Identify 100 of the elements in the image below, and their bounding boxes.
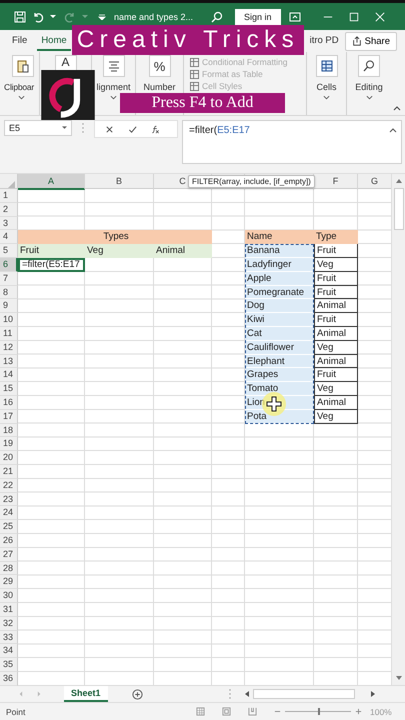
customize-icon[interactable] xyxy=(98,14,106,20)
insert-function-icon[interactable] xyxy=(151,124,160,134)
group-label: Editing xyxy=(355,82,383,92)
row-header[interactable]: 14 xyxy=(0,368,18,382)
sheet-tab[interactable]: Sheet1 xyxy=(64,686,108,702)
table-cell: Dog xyxy=(245,299,314,314)
caret-icon[interactable] xyxy=(50,14,56,18)
row-header[interactable]: 22 xyxy=(0,478,18,493)
expand-icon[interactable] xyxy=(389,128,397,133)
table-cell: Animal xyxy=(314,396,358,410)
font-button[interactable]: A xyxy=(54,55,76,71)
row-header[interactable]: 25 xyxy=(0,520,18,534)
table-header: Animal xyxy=(154,244,212,258)
search-icon[interactable] xyxy=(211,10,223,22)
table-cell: Fruit xyxy=(314,313,358,327)
table-cell: Pomegranate xyxy=(245,286,314,300)
row-header[interactable]: 2 xyxy=(0,202,18,217)
scrollbar-thumb[interactable] xyxy=(394,188,404,230)
row-header[interactable]: 32 xyxy=(0,616,18,630)
row-header[interactable]: 3 xyxy=(0,216,18,230)
alignment-button[interactable] xyxy=(102,55,124,77)
horizontal-scrollbar[interactable] xyxy=(242,689,377,699)
share-button[interactable]: Share xyxy=(344,32,397,50)
clipboard-icon xyxy=(16,59,30,73)
editing-button[interactable] xyxy=(358,55,380,77)
row-header[interactable]: 23 xyxy=(0,492,18,506)
ribbon-tab[interactable]: File xyxy=(8,32,32,50)
row-header[interactable]: 12 xyxy=(0,340,18,355)
row-header[interactable]: 24 xyxy=(0,506,18,520)
row-header[interactable]: 26 xyxy=(0,534,18,548)
caret-icon[interactable] xyxy=(366,95,372,100)
add-sheet-icon[interactable] xyxy=(132,688,143,700)
caret-icon[interactable] xyxy=(18,95,25,100)
row-header[interactable]: 4 xyxy=(0,230,18,244)
ribbon-tab[interactable]: itro PD xyxy=(308,32,341,50)
table-cell: Fruit xyxy=(314,272,358,286)
row-header[interactable]: 36 xyxy=(0,672,18,686)
scroll-left-icon[interactable] xyxy=(242,690,251,698)
row-header[interactable]: 17 xyxy=(0,410,18,424)
caption-banner: Press F4 to Add xyxy=(120,93,285,113)
row-header[interactable]: 35 xyxy=(0,658,18,672)
row-header[interactable]: 9 xyxy=(0,299,18,314)
row-header[interactable]: 28 xyxy=(0,562,18,576)
active-cell[interactable]: =filter(E5:E17 xyxy=(18,258,85,272)
page-layout-icon[interactable] xyxy=(222,707,231,716)
row-header[interactable]: 15 xyxy=(0,382,18,396)
row-header[interactable]: 30 xyxy=(0,589,18,603)
group-label: Number xyxy=(143,82,176,92)
row-header[interactable]: 13 xyxy=(0,354,18,368)
name-box[interactable]: E5 xyxy=(4,120,72,136)
scroll-up-icon[interactable] xyxy=(394,177,402,185)
search-icon xyxy=(362,59,376,73)
close-icon[interactable] xyxy=(374,12,385,22)
brand-banner: Creativ Tricks xyxy=(72,25,304,55)
collapse-icon[interactable] xyxy=(393,106,401,111)
maximize-icon[interactable] xyxy=(348,12,359,22)
column-header[interactable]: A xyxy=(18,174,85,190)
normal-view-icon[interactable] xyxy=(196,707,205,716)
row-header[interactable]: 21 xyxy=(0,464,18,479)
row-header[interactable]: 11 xyxy=(0,326,18,341)
clipboard-button[interactable] xyxy=(12,55,34,77)
group-label: Cells xyxy=(316,82,336,92)
enter-icon[interactable] xyxy=(128,124,137,134)
formula-field[interactable]: =filter(E5:E17 xyxy=(182,120,402,164)
ribbon-display-icon[interactable] xyxy=(288,10,301,22)
scroll-down-icon[interactable] xyxy=(394,674,402,682)
sign-in-button[interactable]: Sign in xyxy=(235,8,281,24)
row-header[interactable]: 19 xyxy=(0,437,18,452)
scroll-right-icon[interactable] xyxy=(368,690,377,698)
row-header[interactable]: 18 xyxy=(0,424,18,438)
table-cell: Fruit xyxy=(314,244,358,258)
table-icon xyxy=(190,58,199,66)
page-break-icon[interactable] xyxy=(248,707,257,716)
caret-icon[interactable] xyxy=(110,95,117,100)
row-header[interactable]: 16 xyxy=(0,396,18,410)
caret-icon[interactable] xyxy=(323,95,330,100)
table-cell: Ladyfinger xyxy=(245,258,314,272)
cells-button[interactable] xyxy=(316,55,338,77)
row-header[interactable]: 1 xyxy=(0,189,18,203)
row-header[interactable]: 5 xyxy=(0,244,18,258)
row-header[interactable]: 33 xyxy=(0,630,18,644)
row-header[interactable]: 27 xyxy=(0,548,18,562)
row-header[interactable]: 34 xyxy=(0,644,18,658)
table-cell: Cat xyxy=(245,326,314,341)
undo-icon[interactable] xyxy=(32,10,44,22)
save-icon[interactable] xyxy=(14,10,26,22)
table-header: Veg xyxy=(85,244,154,258)
row-header[interactable]: 29 xyxy=(0,575,18,590)
caret-icon[interactable] xyxy=(62,126,67,130)
row-header[interactable]: 20 xyxy=(0,451,18,465)
row-header[interactable]: 8 xyxy=(0,286,18,300)
cancel-icon[interactable] xyxy=(105,124,114,134)
zoom-in-icon[interactable] xyxy=(355,708,362,715)
row-header[interactable]: 31 xyxy=(0,602,18,617)
row-header[interactable]: 7 xyxy=(0,272,18,286)
number-button[interactable]: % xyxy=(148,55,170,77)
table-cell: Cauliflower xyxy=(245,340,314,355)
zoom-out-icon[interactable] xyxy=(274,708,281,715)
row-header[interactable]: 6 xyxy=(0,258,18,272)
row-header[interactable]: 10 xyxy=(0,313,18,327)
